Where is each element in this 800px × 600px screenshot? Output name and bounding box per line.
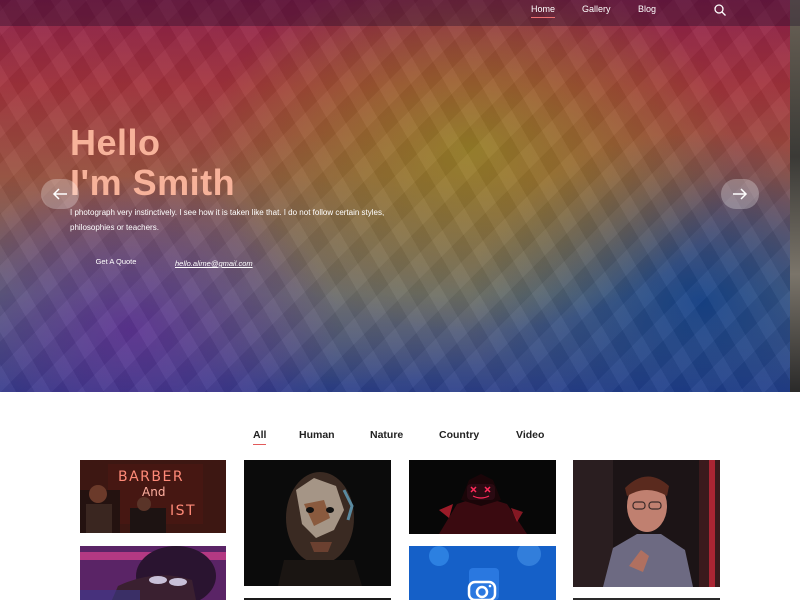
- arrow-right-icon: [733, 188, 748, 200]
- red-light-portrait-photo: [573, 460, 720, 587]
- nav-item-gallery[interactable]: Gallery: [582, 4, 611, 14]
- nav-item-home[interactable]: Home: [531, 4, 556, 18]
- nav-item-blog[interactable]: Blog: [638, 4, 656, 14]
- email-link[interactable]: hello.alime@gmail.com: [175, 259, 253, 268]
- neon-sign-line-1: BARBER: [118, 469, 184, 485]
- get-quote-button[interactable]: Get A Quote: [80, 253, 152, 271]
- arrow-left-icon: [52, 188, 67, 200]
- gallery-item-painted-face[interactable]: [244, 460, 391, 586]
- hero-title-line-1: Hello: [70, 122, 161, 163]
- top-navigation: Home Gallery Blog: [0, 0, 800, 26]
- hero-title: Hello I'm Smith: [70, 123, 235, 203]
- tab-video[interactable]: Video: [516, 429, 544, 441]
- next-slide-button[interactable]: [721, 179, 759, 209]
- gallery-item-neon-portrait[interactable]: [80, 546, 226, 600]
- prev-slide-button[interactable]: [41, 179, 79, 209]
- neon-sign-line-3: IST: [170, 503, 196, 519]
- neon-portrait-photo: [80, 546, 226, 600]
- painted-face-photo: [244, 460, 391, 586]
- instagram-phone-photo: [409, 546, 556, 600]
- barber-photo: BARBER And IST: [80, 460, 226, 533]
- hero-title-line-2: I'm Smith: [70, 162, 236, 203]
- tab-nature[interactable]: Nature: [370, 429, 403, 441]
- gallery-item-neon-mask[interactable]: [409, 460, 556, 534]
- gallery-item-instagram-phone[interactable]: [409, 546, 556, 600]
- neon-mask-photo: [409, 460, 556, 534]
- hero-description: I photograph very instinctively. I see h…: [70, 208, 385, 232]
- tab-all[interactable]: All: [253, 429, 267, 445]
- tab-human[interactable]: Human: [299, 429, 335, 441]
- search-icon[interactable]: [713, 3, 727, 17]
- hero-next-slide-edge: [790, 0, 800, 392]
- gallery-item-red-light-portrait[interactable]: [573, 460, 720, 587]
- tab-country[interactable]: Country: [439, 429, 479, 441]
- neon-sign-line-2: And: [142, 485, 165, 499]
- gallery-item-barber[interactable]: BARBER And IST: [80, 460, 226, 533]
